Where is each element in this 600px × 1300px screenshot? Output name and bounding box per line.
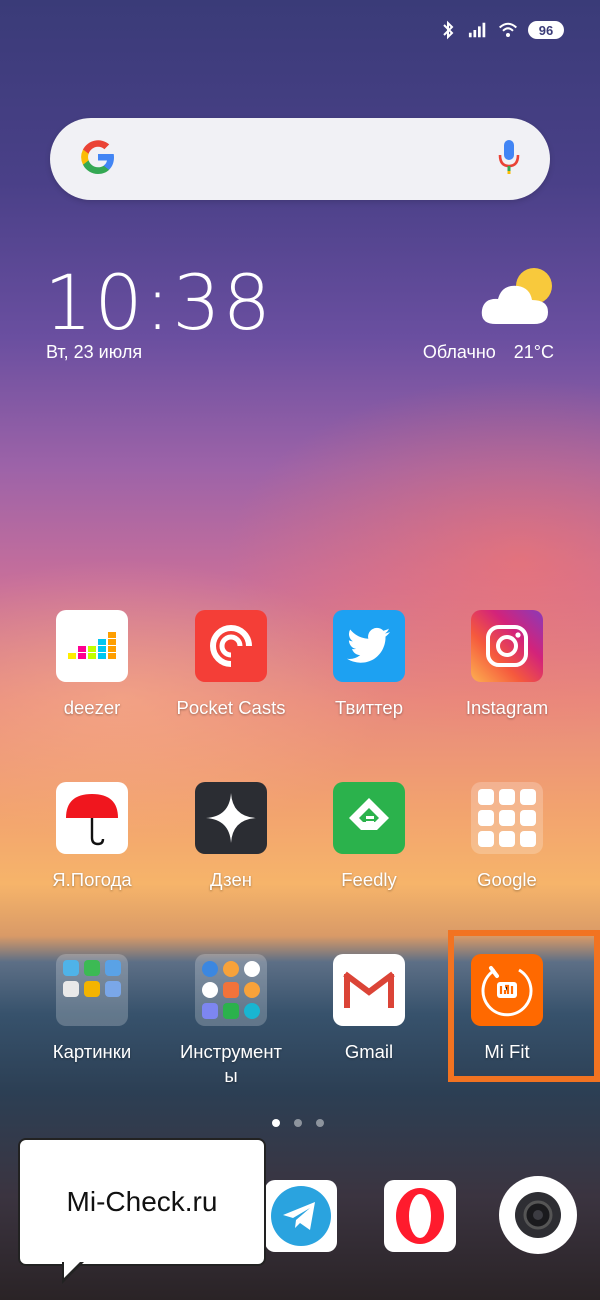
gmail-icon [333, 954, 405, 1026]
app-label: deezer [63, 697, 121, 718]
partly-cloudy-icon[interactable] [478, 264, 558, 328]
zen-star-icon [195, 782, 267, 854]
status-bar: 96 [438, 16, 564, 44]
camera-icon [499, 1176, 577, 1254]
instagram-icon [471, 610, 543, 682]
app-label: Google [477, 869, 537, 890]
page-dot-3[interactable] [316, 1119, 324, 1127]
folder-google[interactable]: Google [445, 782, 569, 892]
app-label: Я.Погода [52, 869, 132, 890]
tools-folder-icon [195, 954, 267, 1026]
app-label: Картинки [52, 1041, 132, 1062]
app-deezer[interactable]: deezer [30, 610, 154, 720]
folder-tools[interactable]: Инструмент ы [169, 954, 293, 1088]
watermark-callout: Mi-Check.ru [18, 1138, 266, 1266]
app-instagram[interactable]: Instagram [445, 610, 569, 720]
pictures-folder-icon [56, 954, 128, 1026]
wifi-icon [498, 20, 518, 40]
weather-condition: Облачно [422, 342, 496, 362]
google-g-icon [78, 137, 118, 182]
pocket-casts-icon [195, 610, 267, 682]
page-indicator[interactable] [272, 1119, 324, 1127]
page-dot-2[interactable] [294, 1119, 302, 1127]
page-dot-1[interactable] [272, 1119, 280, 1127]
weather-temperature: 21°C [513, 342, 554, 362]
weather-info: Облачно 21°C [423, 342, 554, 363]
dock-telegram[interactable] [265, 1180, 337, 1252]
app-label: Gmail [344, 1041, 394, 1062]
app-label: Feedly [341, 869, 397, 890]
opera-icon [384, 1180, 456, 1252]
telegram-icon [265, 1180, 337, 1252]
twitter-icon [333, 610, 405, 682]
app-gmail[interactable]: Gmail [307, 954, 431, 1064]
microphone-icon[interactable] [496, 138, 522, 181]
signal-icon [468, 20, 488, 40]
watermark-text: Mi-Check.ru [66, 1186, 218, 1217]
app-feedly[interactable]: Feedly [307, 782, 431, 892]
app-ya-pogoda[interactable]: Я.Погода [30, 782, 154, 892]
dock-camera[interactable] [498, 1175, 578, 1255]
app-label: Инструмент ы [179, 1041, 283, 1086]
clock-time[interactable]: 10:38 [44, 258, 273, 347]
highlight-frame [448, 930, 600, 1082]
app-label: Instagram [465, 697, 549, 718]
app-label: Дзен [210, 869, 252, 890]
bluetooth-icon [438, 20, 458, 40]
deezer-icon [56, 610, 128, 682]
umbrella-icon [56, 782, 128, 854]
battery-icon: 96 [528, 21, 564, 39]
app-label: Твиттер [335, 697, 403, 718]
feedly-icon [333, 782, 405, 854]
google-search-bar[interactable] [50, 118, 550, 200]
app-pocket-casts[interactable]: Pocket Casts [169, 610, 293, 720]
app-zen[interactable]: Дзен [169, 782, 293, 892]
app-twitter[interactable]: Твиттер [307, 610, 431, 720]
app-label: Pocket Casts [176, 697, 286, 718]
google-folder-icon [471, 782, 543, 854]
folder-pictures[interactable]: Картинки [30, 954, 154, 1064]
clock-date: Вт, 23 июля [46, 342, 143, 362]
callout-tail-fill [64, 1260, 82, 1278]
dock-opera[interactable] [384, 1180, 456, 1252]
